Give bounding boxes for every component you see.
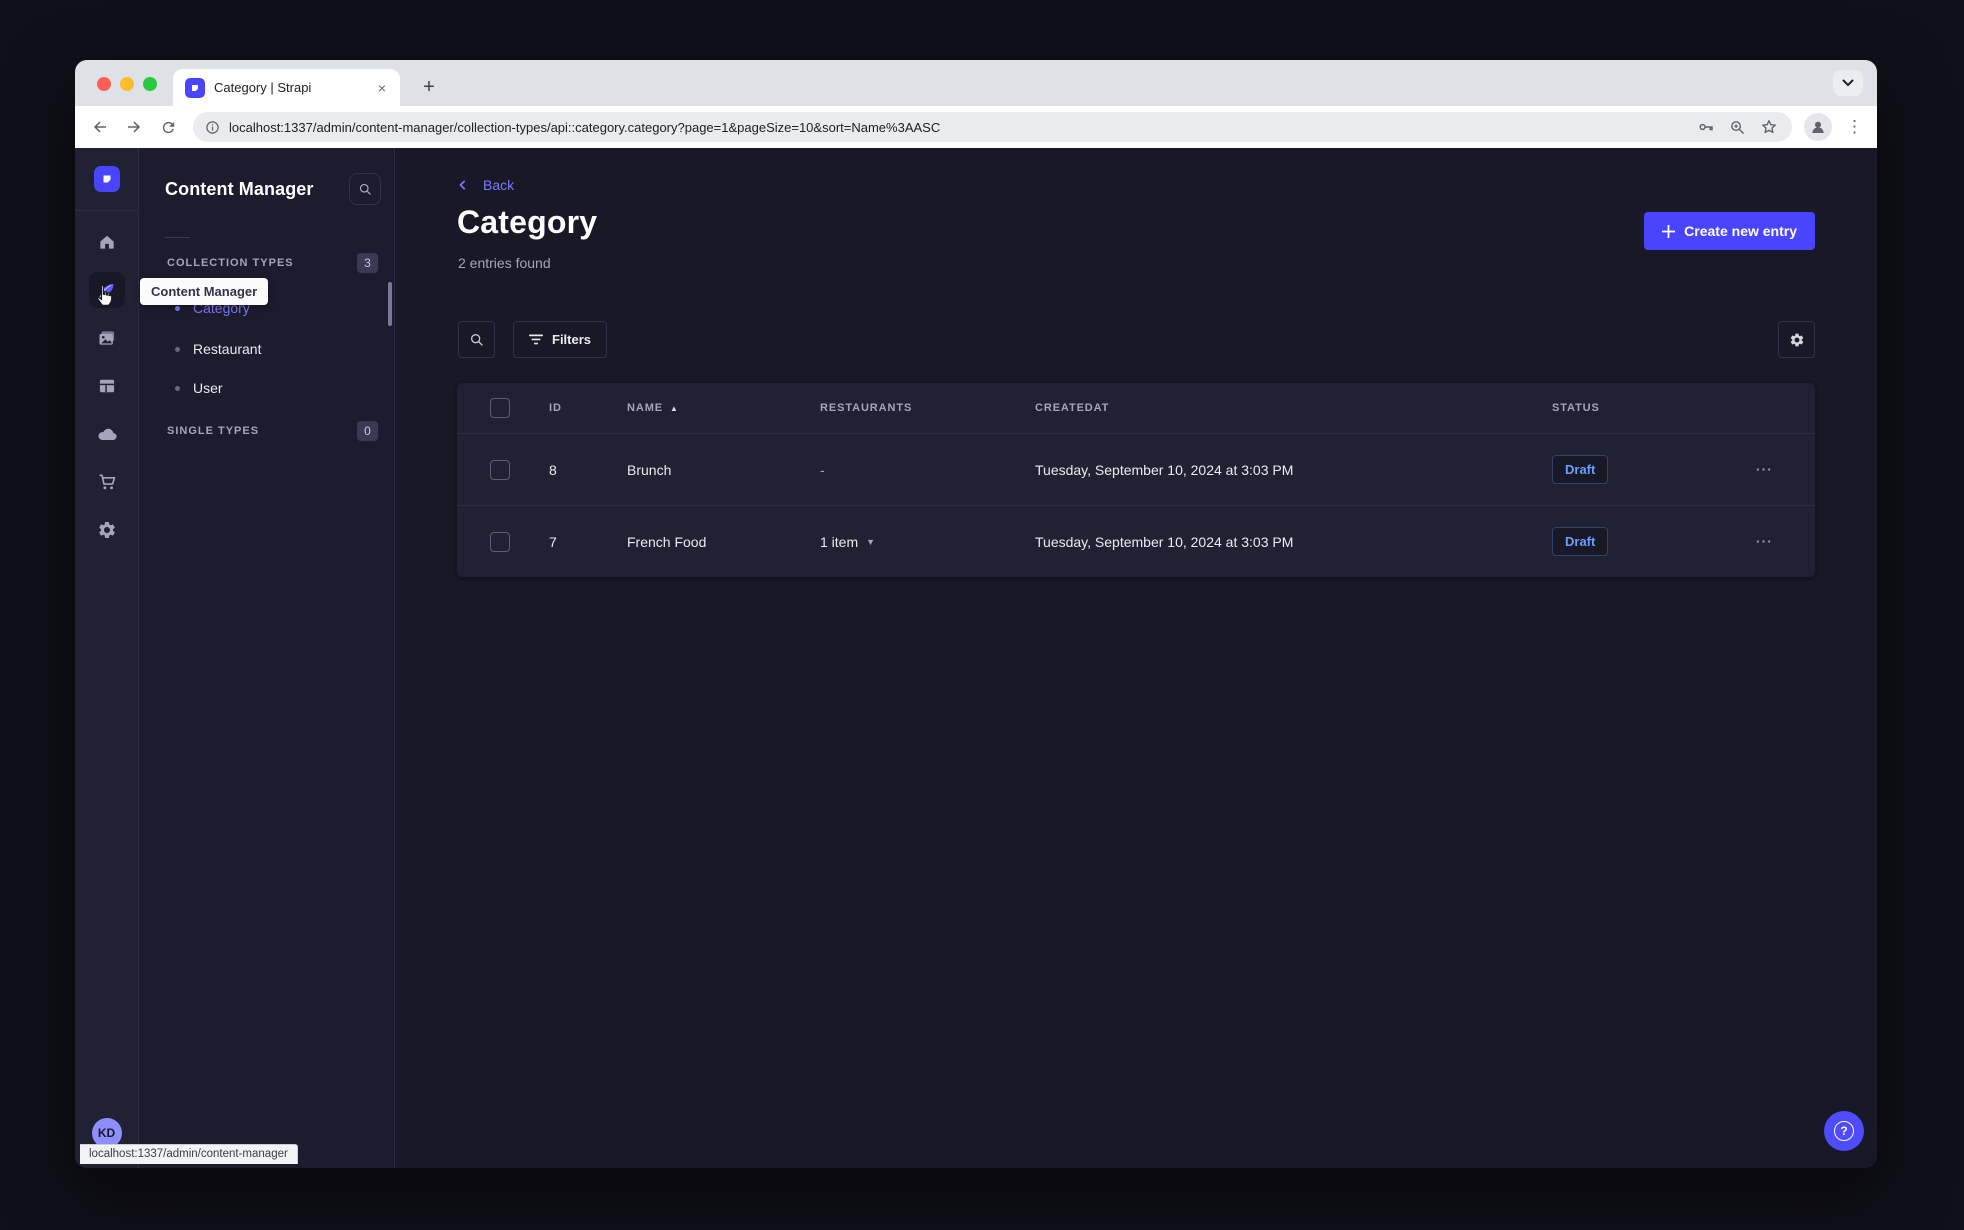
tab-strip: Category | Strapi × + xyxy=(75,60,1877,106)
row-actions-menu-icon[interactable]: ⋯ xyxy=(1747,532,1815,552)
panel-title: Content Manager xyxy=(165,178,314,199)
deploy-cloud-icon[interactable] xyxy=(89,416,125,452)
browser-menu-icon[interactable]: ⋮ xyxy=(1846,117,1863,137)
window-controls xyxy=(97,77,157,91)
table-row[interactable]: 7 French Food 1 item ▼ Tuesday, Septembe… xyxy=(457,505,1815,577)
link-status-bar: localhost:1337/admin/content-manager xyxy=(80,1144,298,1164)
content-type-builder-icon[interactable] xyxy=(89,368,125,404)
entries-count: 2 entries found xyxy=(458,255,551,271)
tab-search-chevron-icon[interactable] xyxy=(1833,70,1863,96)
nav-rail: KD xyxy=(75,148,139,1168)
table-row[interactable]: 8 Brunch - Tuesday, September 10, 2024 a… xyxy=(457,433,1815,505)
chevron-down-icon: ▼ xyxy=(866,536,876,547)
settings-gear-icon[interactable] xyxy=(89,512,125,548)
zoom-page-icon[interactable] xyxy=(1729,119,1746,136)
panel-search-button[interactable] xyxy=(349,173,381,205)
browser-toolbar: localhost:1337/admin/content-manager/col… xyxy=(75,106,1877,148)
single-types-section: SINGLE TYPES 0 xyxy=(167,421,378,441)
single-types-label: SINGLE TYPES xyxy=(167,425,260,437)
minimize-window-button[interactable] xyxy=(120,77,134,91)
new-tab-button[interactable]: + xyxy=(415,73,443,101)
row-actions-menu-icon[interactable]: ⋯ xyxy=(1747,460,1815,480)
fullscreen-window-button[interactable] xyxy=(143,77,157,91)
browser-window: Category | Strapi × + localhost:1337/adm… xyxy=(75,60,1877,1168)
header-restaurants[interactable]: RESTAURANTS xyxy=(820,402,1035,414)
collection-types-label: COLLECTION TYPES xyxy=(167,257,294,269)
media-library-icon[interactable] xyxy=(89,320,125,356)
status-badge: Draft xyxy=(1552,527,1609,556)
search-entries-button[interactable] xyxy=(458,321,495,358)
marketplace-cart-icon[interactable] xyxy=(89,464,125,500)
header-name[interactable]: NAME ▲ xyxy=(627,402,820,414)
cell-createdat: Tuesday, September 10, 2024 at 3:03 PM xyxy=(1035,533,1294,550)
sidebar-item-restaurant[interactable]: Restaurant xyxy=(175,335,261,363)
row-checkbox[interactable] xyxy=(490,459,510,480)
rail-divider xyxy=(75,210,139,211)
forward-nav-icon[interactable] xyxy=(119,112,149,142)
collection-types-count-badge: 3 xyxy=(357,253,378,273)
entries-table: ID NAME ▲ RESTAURANTS CREATEDAT STATUS 8 … xyxy=(457,383,1815,577)
browser-profile-avatar[interactable] xyxy=(1804,113,1832,141)
list-actions-row: Filters xyxy=(458,321,1815,358)
table-header-row: ID NAME ▲ RESTAURANTS CREATEDAT STATUS xyxy=(457,383,1815,433)
cell-name: Brunch xyxy=(627,461,672,478)
select-all-checkbox[interactable] xyxy=(490,398,510,418)
filters-button[interactable]: Filters xyxy=(513,321,608,358)
collection-types-section: COLLECTION TYPES 3 xyxy=(167,253,378,273)
cell-name: French Food xyxy=(627,533,707,550)
back-nav-icon[interactable] xyxy=(85,112,115,142)
strapi-favicon-icon xyxy=(185,77,205,98)
header-createdat[interactable]: CREATEDAT xyxy=(1035,402,1552,414)
reload-icon[interactable] xyxy=(153,112,183,142)
password-key-icon[interactable] xyxy=(1697,118,1715,136)
header-id[interactable]: ID xyxy=(549,402,627,414)
main-content: Back Category 2 entries found Create new… xyxy=(395,148,1877,1168)
view-settings-button[interactable] xyxy=(1778,321,1815,358)
page-info-icon[interactable] xyxy=(205,120,220,135)
strapi-app: KD Content Manager COLLECTION TYPES 3 Ca… xyxy=(75,148,1877,1168)
help-button[interactable]: ? xyxy=(1824,1111,1864,1151)
close-window-button[interactable] xyxy=(97,77,111,91)
create-new-entry-button[interactable]: Create new entry xyxy=(1644,212,1815,250)
cell-restaurants: - xyxy=(820,461,825,478)
bullet-icon xyxy=(175,385,180,391)
question-mark-icon: ? xyxy=(1834,1121,1854,1141)
plus-icon xyxy=(1662,224,1676,238)
filter-icon xyxy=(529,334,543,345)
sort-ascending-icon: ▲ xyxy=(670,403,679,413)
content-manager-panel: Content Manager COLLECTION TYPES 3 Categ… xyxy=(139,148,395,1168)
home-icon[interactable] xyxy=(89,224,125,260)
panel-divider xyxy=(165,237,190,238)
content-manager-tooltip: Content Manager xyxy=(140,278,269,305)
tab-title: Category | Strapi xyxy=(214,80,312,95)
status-badge: Draft xyxy=(1552,455,1609,484)
back-link[interactable]: Back xyxy=(458,177,514,193)
close-tab-icon[interactable]: × xyxy=(374,79,390,97)
back-arrow-icon xyxy=(459,180,474,190)
bullet-icon xyxy=(175,305,180,311)
browser-tab[interactable]: Category | Strapi × xyxy=(173,69,400,106)
row-checkbox[interactable] xyxy=(490,531,510,552)
sidebar-item-user[interactable]: User xyxy=(175,374,223,402)
panel-scrollbar-thumb[interactable] xyxy=(388,282,392,326)
relations-dropdown[interactable]: 1 item ▼ xyxy=(820,534,1035,550)
cell-createdat: Tuesday, September 10, 2024 at 3:03 PM xyxy=(1035,461,1294,478)
strapi-logo-icon[interactable] xyxy=(93,166,120,192)
url-bar[interactable]: localhost:1337/admin/content-manager/col… xyxy=(193,112,1792,142)
header-status[interactable]: STATUS xyxy=(1552,402,1747,414)
content-manager-icon[interactable] xyxy=(88,272,125,308)
bullet-icon xyxy=(175,346,180,352)
cell-id: 7 xyxy=(549,533,557,550)
page-title: Category xyxy=(457,204,598,240)
bookmark-star-icon[interactable] xyxy=(1760,118,1778,136)
cell-id: 8 xyxy=(549,461,557,478)
url-text[interactable]: localhost:1337/admin/content-manager/col… xyxy=(229,120,1688,135)
single-types-count-badge: 0 xyxy=(357,421,378,441)
